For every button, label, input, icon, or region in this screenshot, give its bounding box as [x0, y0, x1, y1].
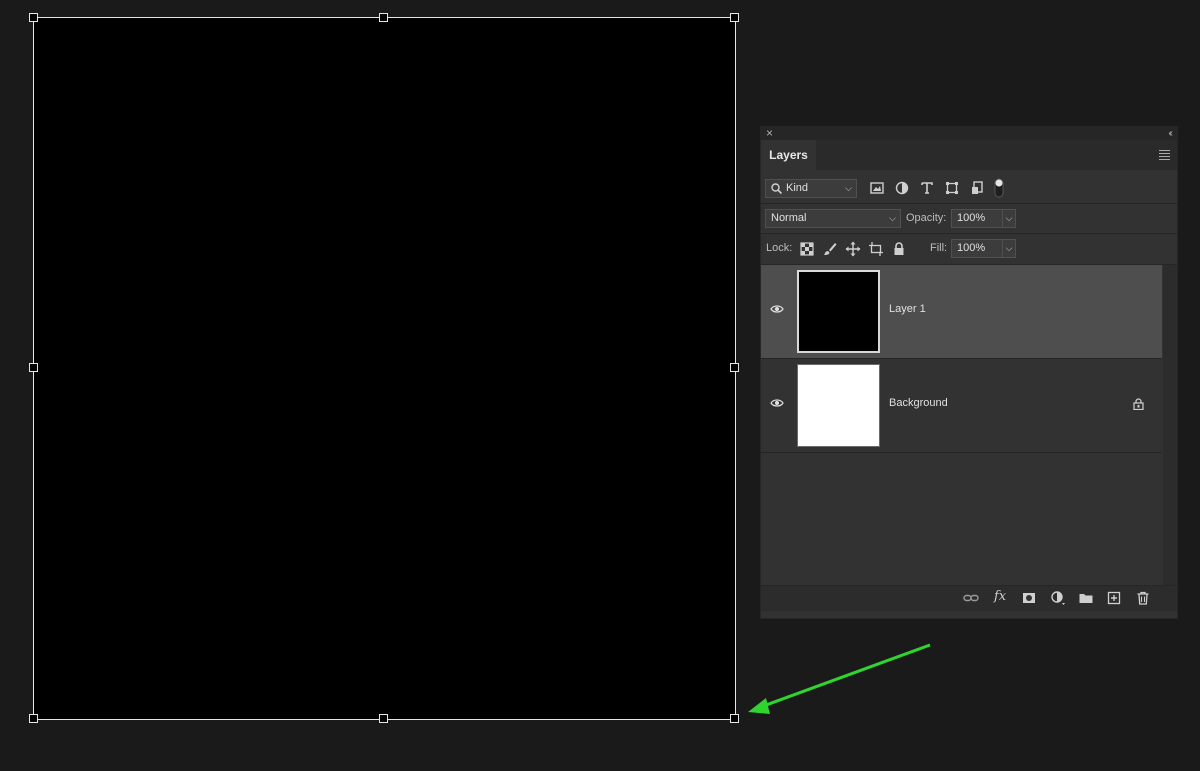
- layer-thumbnail[interactable]: [797, 270, 880, 353]
- collapse-icon[interactable]: ‹‹: [1168, 127, 1172, 140]
- transform-handle-left[interactable]: [29, 363, 38, 372]
- chevron-down-icon[interactable]: ⌵: [1002, 239, 1016, 258]
- fill-field[interactable]: 100% ⌵: [951, 239, 1016, 258]
- lock-transparent-pixels-icon[interactable]: [799, 241, 815, 257]
- kind-filter-label: Kind: [786, 182, 809, 194]
- tab-layers[interactable]: Layers: [761, 140, 816, 170]
- lock-all-icon[interactable]: [891, 241, 907, 257]
- new-group-icon[interactable]: [1078, 590, 1094, 606]
- layer-thumbnail[interactable]: [797, 364, 880, 447]
- layers-list: Layer 1 Background: [761, 265, 1162, 453]
- transform-handle-bottom-right[interactable]: [730, 714, 739, 723]
- fill-label: Fill:: [930, 242, 948, 254]
- opacity-value: 100%: [957, 212, 986, 224]
- lock-label: Lock:: [766, 242, 793, 254]
- layers-panel: × ‹‹ Layers Kind ⌵ Normal ⌵ Opacity: 100…: [760, 126, 1178, 619]
- layer-name[interactable]: Layer 1: [889, 303, 926, 315]
- transform-handle-bottom-left[interactable]: [29, 714, 38, 723]
- panel-footer: fx: [761, 585, 1177, 611]
- fx-icon[interactable]: fx: [994, 589, 1006, 604]
- delete-layer-icon[interactable]: [1135, 590, 1151, 606]
- opacity-label: Opacity:: [906, 212, 947, 224]
- lock-row: Lock: Fill: 100% ⌵: [761, 234, 1177, 265]
- filter-row: Kind ⌵: [761, 170, 1177, 204]
- document-canvas[interactable]: [29, 13, 739, 723]
- transform-handle-top-right[interactable]: [730, 13, 739, 22]
- layer-row-background[interactable]: Background: [761, 359, 1162, 453]
- kind-filter-select[interactable]: Kind ⌵: [765, 179, 857, 198]
- layer-row-layer-1[interactable]: Layer 1: [761, 265, 1162, 359]
- eye-icon[interactable]: [770, 398, 784, 408]
- adjustment-filter-icon[interactable]: [894, 180, 910, 196]
- smart-object-filter-icon[interactable]: [969, 180, 985, 196]
- close-icon[interactable]: ×: [766, 127, 773, 140]
- lock-artboard-icon[interactable]: [868, 241, 884, 257]
- layer-name[interactable]: Background: [889, 397, 948, 409]
- chevron-down-icon: ⌵: [845, 183, 852, 193]
- transform-handle-bottom[interactable]: [379, 714, 388, 723]
- blend-mode-select[interactable]: Normal ⌵: [765, 209, 901, 228]
- chevron-down-icon[interactable]: ⌵: [1002, 209, 1016, 228]
- filter-toggle-icon[interactable]: [994, 178, 1004, 198]
- opacity-field[interactable]: 100% ⌵: [951, 209, 1016, 228]
- chevron-down-icon: ⌵: [889, 213, 896, 223]
- transform-handle-right[interactable]: [730, 363, 739, 372]
- eye-icon[interactable]: [770, 304, 784, 314]
- link-layers-icon[interactable]: [963, 590, 979, 606]
- new-layer-icon[interactable]: [1106, 590, 1122, 606]
- type-filter-icon[interactable]: [919, 180, 935, 196]
- adjustment-layer-icon[interactable]: [1050, 590, 1066, 606]
- transform-handle-top-left[interactable]: [29, 13, 38, 22]
- search-icon: [771, 183, 782, 194]
- panel-titlebar: × ‹‹: [761, 127, 1177, 140]
- image-filter-icon[interactable]: [869, 180, 885, 196]
- lock-icon: [1133, 398, 1144, 410]
- blend-mode-value: Normal: [771, 212, 807, 224]
- fill-value: 100%: [957, 242, 986, 254]
- transform-handle-top[interactable]: [379, 13, 388, 22]
- panel-tab-row: Layers: [761, 140, 1177, 170]
- layers-scrollbar[interactable]: [1163, 265, 1177, 585]
- add-mask-icon[interactable]: [1021, 590, 1037, 606]
- shape-filter-icon[interactable]: [944, 180, 960, 196]
- annotation-arrow-icon: [748, 643, 931, 714]
- lock-position-icon[interactable]: [845, 241, 861, 257]
- blend-row: Normal ⌵ Opacity: 100% ⌵: [761, 204, 1177, 234]
- panel-menu-icon[interactable]: [1159, 150, 1170, 162]
- lock-image-pixels-icon[interactable]: [822, 241, 838, 257]
